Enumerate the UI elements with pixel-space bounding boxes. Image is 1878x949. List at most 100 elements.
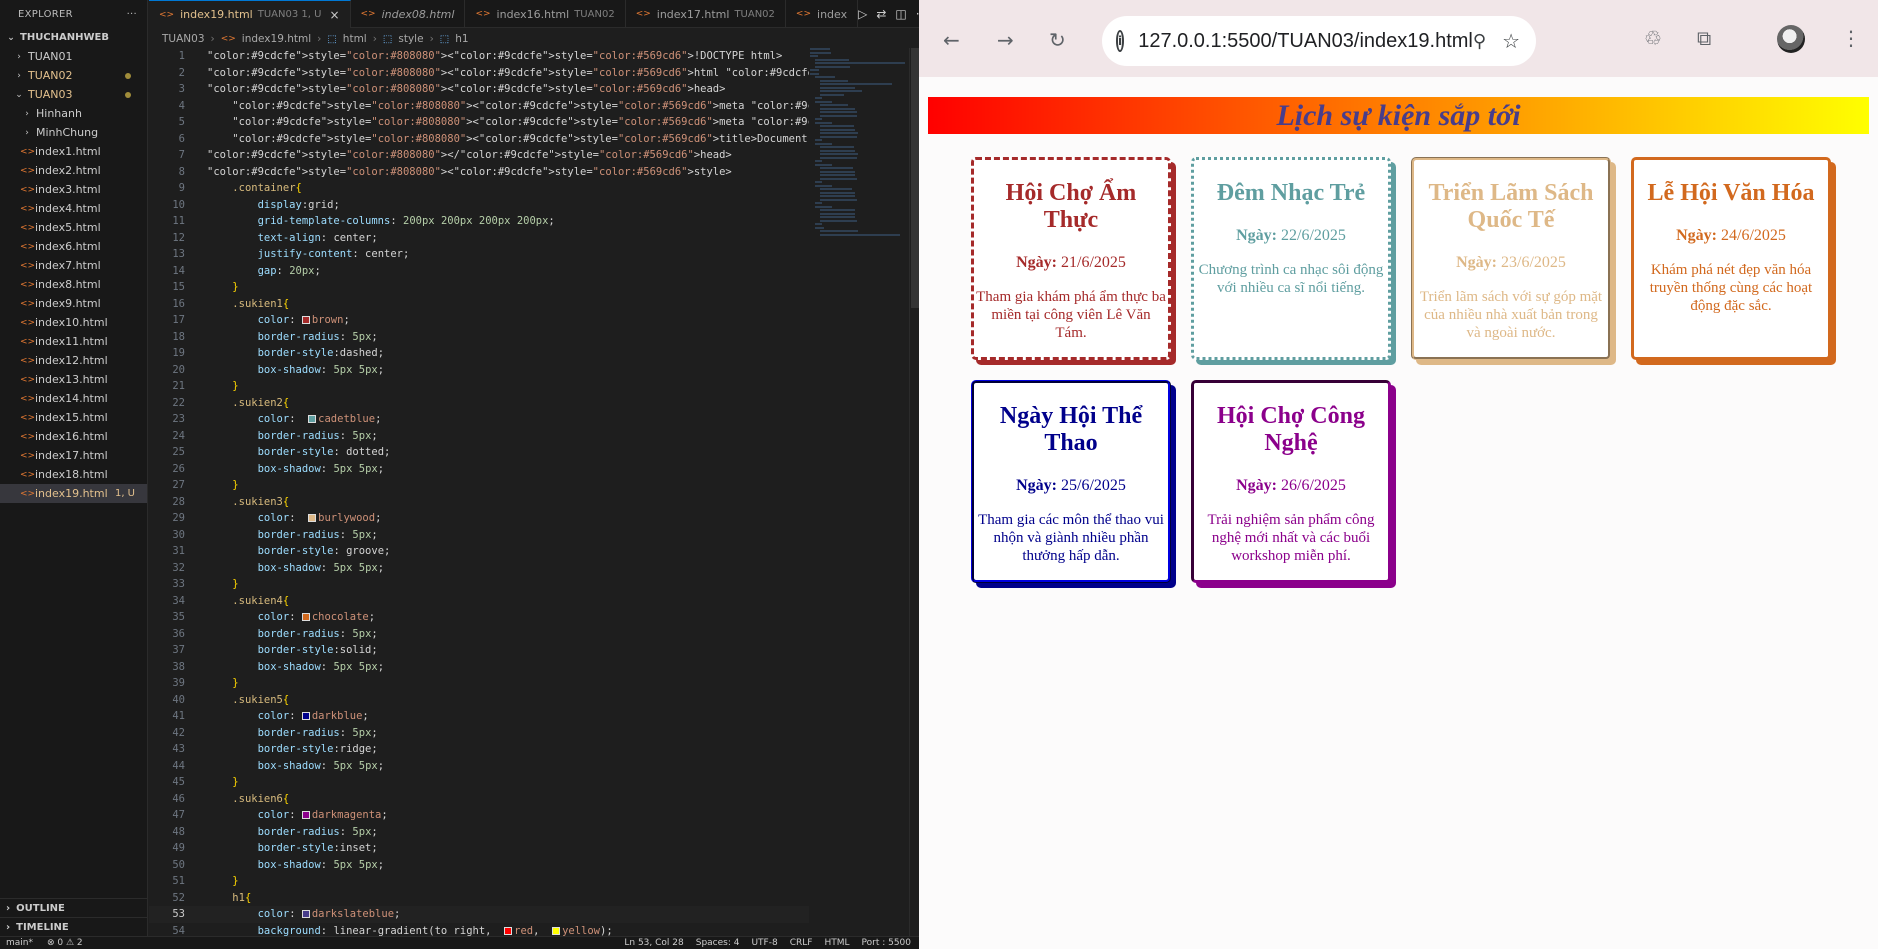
outline-section[interactable]: › OUTLINE — [0, 898, 148, 917]
line-ending[interactable]: CRLF — [790, 938, 813, 948]
code-line[interactable]: 11 grid-template-columns: 200px 200px 20… — [149, 213, 809, 230]
explorer-file[interactable]: <> index3.html — [0, 180, 147, 199]
explorer-subfolder[interactable]: › Hinhanh — [0, 104, 147, 123]
code-line[interactable]: 42 border-radius: 5px; — [149, 725, 809, 742]
code-line[interactable]: 13 justify-content: center; — [149, 246, 809, 263]
scrollbar-thumb[interactable] — [911, 48, 919, 308]
explorer-file[interactable]: <> index2.html — [0, 161, 147, 180]
code-line[interactable]: 49 border-style:inset; — [149, 840, 809, 857]
code-line[interactable]: 54 background: linear-gradient(to right,… — [149, 923, 809, 936]
extension-icon[interactable]: ♲ — [1644, 26, 1662, 50]
code-line[interactable]: 30 border-radius: 5px; — [149, 527, 809, 544]
code-line[interactable]: 43 border-style:ridge; — [149, 741, 809, 758]
close-icon[interactable]: × — [329, 8, 339, 22]
code-line[interactable]: 1 "color:#9cdcfe">style="color:#808080"><… — [149, 48, 809, 65]
code-line[interactable]: 31 border-style: groove; — [149, 543, 809, 560]
code-line[interactable]: 5 "color:#9cdcfe">style="color:#808080">… — [149, 114, 809, 131]
code-line[interactable]: 7 "color:#9cdcfe">style="color:#808080"><… — [149, 147, 809, 164]
explorer-file[interactable]: <> index10.html — [0, 313, 147, 332]
code-line[interactable]: 9 .container{ — [149, 180, 809, 197]
code-line[interactable]: 52 h1{ — [149, 890, 809, 907]
reload-icon[interactable]: ↻ — [1049, 28, 1066, 52]
code-line[interactable]: 46 .sukien6{ — [149, 791, 809, 808]
code-line[interactable]: 16 .sukien1{ — [149, 296, 809, 313]
code-line[interactable]: 36 border-radius: 5px; — [149, 626, 809, 643]
breadcrumb-item[interactable]: index19.html — [242, 33, 311, 45]
code-line[interactable]: 39 } — [149, 675, 809, 692]
code-line[interactable]: 50 box-shadow: 5px 5px; — [149, 857, 809, 874]
code-line[interactable]: 17 color: brown; — [149, 312, 809, 329]
explorer-file[interactable]: <> index16.html — [0, 427, 147, 446]
code-editor[interactable]: 1 "color:#9cdcfe">style="color:#808080"><… — [149, 48, 809, 936]
zoom-icon[interactable]: ⚲ — [1473, 31, 1486, 52]
explorer-file[interactable]: <> index5.html — [0, 218, 147, 237]
live-server-port[interactable]: Port : 5500 — [862, 938, 912, 948]
code-line[interactable]: 48 border-radius: 5px; — [149, 824, 809, 841]
code-line[interactable]: 27 } — [149, 477, 809, 494]
explorer-file[interactable]: <> index13.html — [0, 370, 147, 389]
explorer-folder[interactable]: ⌄ TUAN03 — [0, 85, 147, 104]
code-line[interactable]: 35 color: chocolate; — [149, 609, 809, 626]
explorer-folder[interactable]: › TUAN02 — [0, 66, 147, 85]
cursor-position[interactable]: Ln 53, Col 28 — [624, 938, 683, 948]
breadcrumb-item[interactable]: html — [343, 33, 367, 45]
explorer-root[interactable]: ⌄ THUCHANHWEB — [0, 28, 147, 47]
forward-icon[interactable]: → — [997, 28, 1014, 52]
code-line[interactable]: 15 } — [149, 279, 809, 296]
breadcrumb-item[interactable]: TUAN03 — [162, 33, 205, 45]
code-line[interactable]: 26 box-shadow: 5px 5px; — [149, 461, 809, 478]
code-line[interactable]: 32 box-shadow: 5px 5px; — [149, 560, 809, 577]
code-line[interactable]: 40 .sukien5{ — [149, 692, 809, 709]
minimap[interactable] — [810, 48, 910, 248]
explorer-file[interactable]: <> index17.html — [0, 446, 147, 465]
explorer-folder[interactable]: › TUAN01 — [0, 47, 147, 66]
explorer-file[interactable]: <> index14.html — [0, 389, 147, 408]
menu-icon[interactable]: ⋮ — [1841, 26, 1861, 50]
site-info-icon[interactable]: i — [1116, 30, 1125, 52]
bookmark-star-icon[interactable]: ☆ — [1502, 29, 1520, 53]
breadcrumb-item[interactable]: h1 — [455, 33, 468, 45]
explorer-file[interactable]: <> index11.html — [0, 332, 147, 351]
code-line[interactable]: 51 } — [149, 873, 809, 890]
explorer-file[interactable]: <> index6.html — [0, 237, 147, 256]
code-line[interactable]: 41 color: darkblue; — [149, 708, 809, 725]
editor-tab[interactable]: <> index19.html TUAN03 1, U × — [149, 0, 351, 28]
editor-scrollbar[interactable] — [909, 48, 919, 936]
code-line[interactable]: 18 border-radius: 5px; — [149, 329, 809, 346]
code-line[interactable]: 47 color: darkmagenta; — [149, 807, 809, 824]
code-line[interactable]: 25 border-style: dotted; — [149, 444, 809, 461]
code-line[interactable]: 2 "color:#9cdcfe">style="color:#808080"><… — [149, 65, 809, 82]
explorer-file[interactable]: <> index7.html — [0, 256, 147, 275]
profile-avatar[interactable] — [1777, 25, 1805, 53]
encoding[interactable]: UTF-8 — [751, 938, 777, 948]
address-bar[interactable]: i 127.0.0.1:5500/TUAN03/index19.html ⚲ ☆ — [1102, 16, 1536, 66]
language-mode[interactable]: HTML — [824, 938, 849, 948]
problems-indicator[interactable]: ⊗ 0 ⚠ 2 — [47, 938, 83, 948]
editor-tab[interactable]: <> index17.html TUAN02 — [626, 0, 786, 28]
code-line[interactable]: 33 } — [149, 576, 809, 593]
branch-indicator[interactable]: main* — [6, 938, 33, 948]
explorer-file[interactable]: <> index1.html — [0, 142, 147, 161]
code-line[interactable]: 12 text-align: center; — [149, 230, 809, 247]
code-line[interactable]: 45 } — [149, 774, 809, 791]
code-line[interactable]: 8 "color:#9cdcfe">style="color:#808080"><… — [149, 164, 809, 181]
code-line[interactable]: 24 border-radius: 5px; — [149, 428, 809, 445]
explorer-file[interactable]: <> index4.html — [0, 199, 147, 218]
split-editor-icon[interactable]: ◫ — [895, 7, 906, 21]
editor-tab[interactable]: <> index08.html — [351, 0, 466, 28]
editor-tab[interactable]: <> index16.html TUAN02 — [465, 0, 626, 28]
code-line[interactable]: 22 .sukien2{ — [149, 395, 809, 412]
explorer-file[interactable]: <> index18.html — [0, 465, 147, 484]
code-line[interactable]: 10 display:grid; — [149, 197, 809, 214]
code-line[interactable]: 23 color: cadetblue; — [149, 411, 809, 428]
code-line[interactable]: 4 "color:#9cdcfe">style="color:#808080">… — [149, 98, 809, 115]
code-line[interactable]: 53 color: darkslateblue; — [149, 906, 809, 923]
code-line[interactable]: 3 "color:#9cdcfe">style="color:#808080"><… — [149, 81, 809, 98]
indentation[interactable]: Spaces: 4 — [696, 938, 740, 948]
explorer-file-active[interactable]: <> index19.html 1, U — [0, 484, 147, 503]
code-line[interactable]: 21 } — [149, 378, 809, 395]
back-icon[interactable]: ← — [943, 28, 960, 52]
code-line[interactable]: 28 .sukien3{ — [149, 494, 809, 511]
more-actions-icon[interactable]: ··· — [127, 9, 137, 20]
url-text[interactable]: 127.0.0.1:5500/TUAN03/index19.html — [1138, 30, 1473, 53]
